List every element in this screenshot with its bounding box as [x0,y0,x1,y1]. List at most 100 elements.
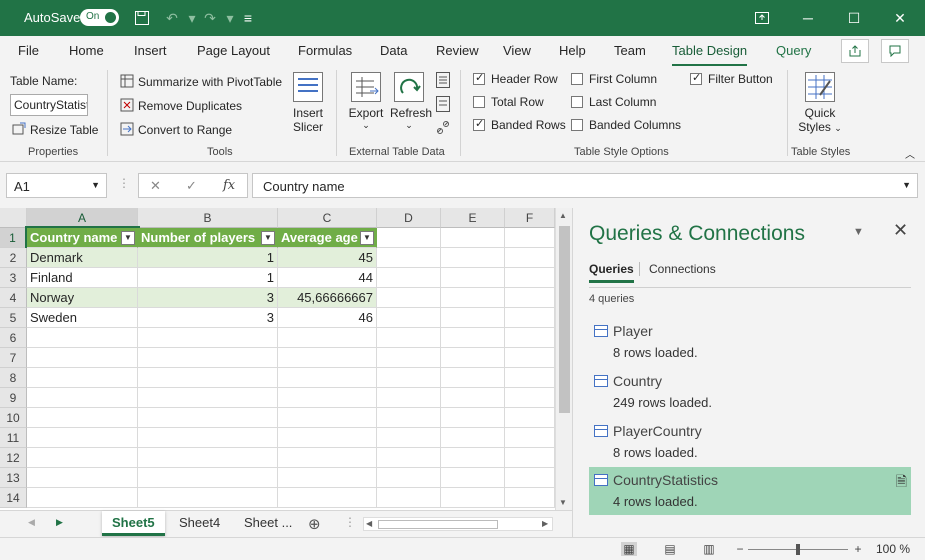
total-row-checkbox[interactable]: Total Row [473,95,544,109]
cell[interactable] [27,428,138,448]
filter-dropdown-icon[interactable]: ▼ [261,231,275,245]
last-column-checkbox[interactable]: Last Column [571,95,656,109]
collapse-ribbon-icon[interactable]: ︿ [905,146,915,161]
open-in-browser-icon[interactable] [436,96,450,115]
filter-dropdown-icon[interactable]: ▼ [360,231,374,245]
tab-page-layout[interactable]: Page Layout [197,43,270,58]
cell[interactable] [278,348,377,368]
cell[interactable] [377,288,441,308]
cell[interactable] [505,488,555,508]
insert-slicer-button[interactable]: Insert Slicer [290,72,326,134]
close-icon[interactable]: ✕ [893,220,908,241]
autosave-toggle[interactable]: On [80,9,119,26]
tab-home[interactable]: Home [69,43,104,58]
redo-icon[interactable]: ↷ [200,8,220,28]
cell[interactable] [377,268,441,288]
table-cell[interactable]: 3 [138,288,278,308]
banded-columns-checkbox[interactable]: Banded Columns [571,118,681,132]
cell[interactable] [278,328,377,348]
tab-view[interactable]: View [503,43,531,58]
tab-review[interactable]: Review [436,43,479,58]
normal-view-icon[interactable]: ▦ [621,542,637,556]
table-cell[interactable]: 3 [138,308,278,328]
cell[interactable] [505,288,555,308]
cell[interactable] [138,468,278,488]
scroll-up-icon[interactable]: ▲ [559,211,567,220]
minimize-icon[interactable]: ─ [798,8,818,28]
cell[interactable] [377,388,441,408]
cell[interactable] [505,388,555,408]
cell[interactable] [505,408,555,428]
cell[interactable] [278,408,377,428]
cell[interactable] [278,468,377,488]
scroll-thumb[interactable] [559,226,570,413]
convert-to-range-button[interactable]: Convert to Range [120,122,232,137]
row-header[interactable]: 14 [0,488,27,508]
cell[interactable] [278,448,377,468]
cell[interactable] [441,388,505,408]
table-cell[interactable]: Norway [27,288,138,308]
undo-icon[interactable]: ↶ [162,8,182,28]
tab-table-design[interactable]: Table Design [672,43,748,67]
customize-toolbar-icon[interactable]: ≡ [238,8,258,28]
cell[interactable] [505,368,555,388]
cell[interactable] [377,468,441,488]
add-sheet-icon[interactable]: ⊕ [308,515,321,533]
table-cell[interactable]: Denmark [27,248,138,268]
vertical-scrollbar[interactable]: ▲ ▼ [555,208,572,510]
column-header-b[interactable]: B [138,208,278,228]
resize-table-button[interactable]: Resize Table [12,122,98,137]
undo-dropdown-icon[interactable]: ▾ [182,8,202,28]
row-header[interactable]: 3 [0,268,27,288]
cell[interactable] [27,448,138,468]
table-cell[interactable]: 46 [278,308,377,328]
page-layout-view-icon[interactable]: ▤ [662,542,678,556]
column-header-d[interactable]: D [377,208,441,228]
cell[interactable] [138,388,278,408]
tab-query[interactable]: Query [776,43,811,58]
cell[interactable] [505,328,555,348]
row-header[interactable]: 11 [0,428,27,448]
sheet-tab-more[interactable]: Sheet ... [234,511,302,536]
page-break-view-icon[interactable]: ▥ [701,542,717,556]
cell[interactable] [505,428,555,448]
cell[interactable] [278,428,377,448]
cell[interactable] [377,488,441,508]
table-name-input[interactable]: CountryStatistics [10,94,88,116]
header-row-checkbox[interactable]: Header Row [473,71,558,86]
save-icon[interactable] [132,8,152,28]
expand-formula-icon[interactable]: ▼ [902,180,911,190]
refresh-query-icon[interactable]: 🗎 [896,471,907,495]
zoom-slider-knob[interactable] [796,544,800,555]
horizontal-scrollbar[interactable]: ◀ ▶ [363,517,553,531]
row-header[interactable]: 8 [0,368,27,388]
share-button[interactable] [841,39,869,63]
row-header[interactable]: 4 [0,288,27,308]
scroll-left-icon[interactable]: ◀ [366,519,372,528]
cell[interactable] [505,248,555,268]
filter-dropdown-icon[interactable]: ▼ [121,231,135,245]
row-header[interactable]: 6 [0,328,27,348]
tab-insert[interactable]: Insert [134,43,167,58]
cell[interactable] [27,388,138,408]
tab-connections[interactable]: Connections [649,262,716,276]
cell[interactable] [377,348,441,368]
cell[interactable] [441,428,505,448]
row-header[interactable]: 5 [0,308,27,328]
row-header[interactable]: 7 [0,348,27,368]
cell[interactable] [377,328,441,348]
zoom-in-icon[interactable]: + [850,542,866,556]
sheet-tab-sheet5[interactable]: Sheet5 [102,511,165,536]
query-item[interactable]: Player 8 rows loaded. [589,318,911,366]
table-cell[interactable]: 45,66666667 [278,288,377,308]
cell[interactable] [138,448,278,468]
column-header-f[interactable]: F [505,208,555,228]
cancel-icon[interactable]: ✕ [150,178,161,194]
column-header-c[interactable]: C [278,208,377,228]
cell[interactable] [377,228,441,248]
redo-dropdown-icon[interactable]: ▾ [220,8,240,28]
cell[interactable] [377,428,441,448]
row-header[interactable]: 1 [0,228,27,248]
row-header[interactable]: 10 [0,408,27,428]
scroll-down-icon[interactable]: ▼ [559,498,567,507]
